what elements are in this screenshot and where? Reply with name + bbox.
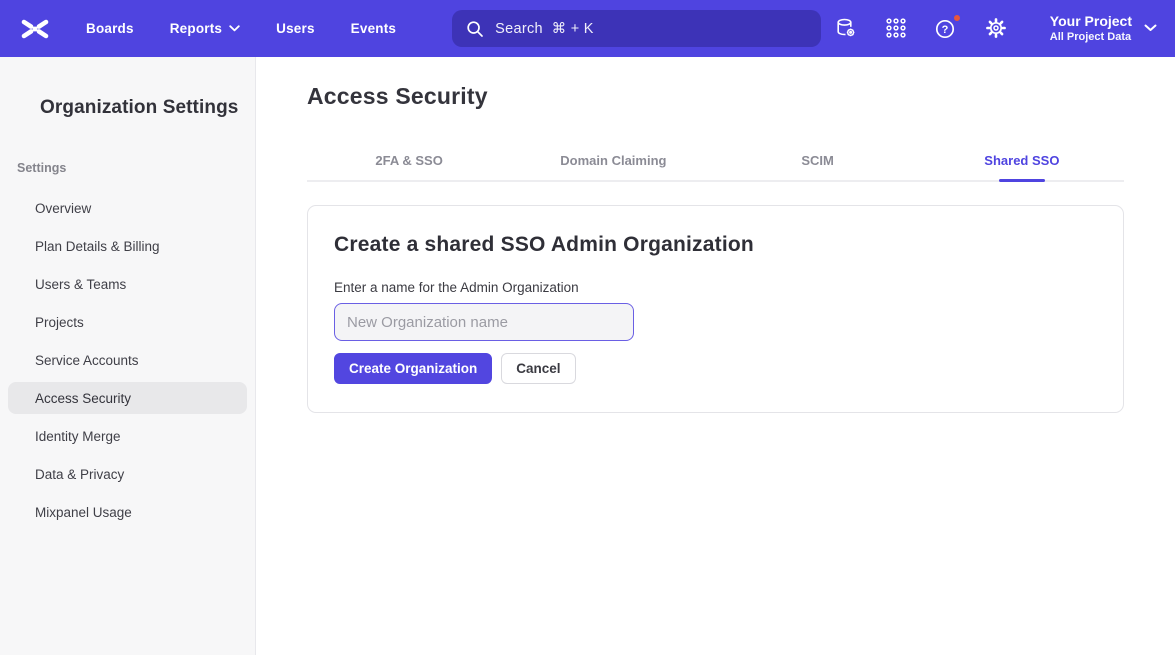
sidebar-item-plan-details-billing[interactable]: Plan Details & Billing: [8, 230, 247, 262]
project-switcher-text: Your Project All Project Data: [1050, 13, 1132, 45]
svg-text:?: ?: [942, 24, 949, 36]
sidebar-item-users-teams[interactable]: Users & Teams: [8, 268, 247, 300]
search-icon: [466, 20, 484, 38]
apps-grid-icon[interactable]: [884, 16, 908, 40]
nav-item-label: Boards: [86, 21, 134, 36]
sidebar-item-access-security[interactable]: Access Security: [8, 382, 247, 414]
tab-bar: 2FA & SSO Domain Claiming SCIM Shared SS…: [307, 140, 1124, 182]
nav-right-cluster: ? Your Proje: [834, 13, 1157, 45]
settings-sidebar: Organization Settings Settings Overview …: [0, 57, 256, 655]
card-actions: Create Organization Cancel: [334, 353, 1097, 384]
data-management-icon[interactable]: [834, 16, 858, 40]
tab-scim[interactable]: SCIM: [716, 140, 920, 180]
mixpanel-logo[interactable]: [18, 12, 52, 46]
search-input[interactable]: Search ⌘ + K: [452, 10, 821, 47]
org-name-label: Enter a name for the Admin Organization: [334, 280, 1097, 295]
nav-item-reports[interactable]: Reports: [170, 21, 240, 36]
create-organization-button[interactable]: Create Organization: [334, 353, 492, 384]
sidebar-item-data-privacy[interactable]: Data & Privacy: [8, 458, 247, 490]
nav-item-users[interactable]: Users: [276, 21, 315, 36]
card-title: Create a shared SSO Admin Organization: [334, 233, 1097, 257]
sidebar-item-overview[interactable]: Overview: [8, 192, 247, 224]
tab-label: Shared SSO: [984, 153, 1059, 168]
notification-badge: [952, 13, 962, 23]
sidebar-item-identity-merge[interactable]: Identity Merge: [8, 420, 247, 452]
nav-item-label: Events: [351, 21, 396, 36]
nav-item-boards[interactable]: Boards: [86, 21, 134, 36]
chevron-down-icon: [1144, 24, 1157, 32]
tab-label: SCIM: [801, 153, 834, 168]
top-navigation: Boards Reports Users Events Search ⌘ + K: [0, 0, 1175, 57]
page-title: Access Security: [307, 83, 1124, 110]
tab-2fa-sso[interactable]: 2FA & SSO: [307, 140, 511, 180]
sidebar-item-mixpanel-usage[interactable]: Mixpanel Usage: [8, 496, 247, 528]
tab-label: 2FA & SSO: [375, 153, 442, 168]
project-switcher[interactable]: Your Project All Project Data: [1050, 13, 1157, 45]
primary-nav-links: Boards Reports Users Events: [86, 21, 396, 36]
sidebar-item-projects[interactable]: Projects: [8, 306, 247, 338]
nav-item-label: Reports: [170, 21, 222, 36]
sidebar-item-service-accounts[interactable]: Service Accounts: [8, 344, 247, 376]
active-tab-indicator: [999, 179, 1045, 182]
tab-domain-claiming[interactable]: Domain Claiming: [511, 140, 715, 180]
nav-item-events[interactable]: Events: [351, 21, 396, 36]
cancel-button[interactable]: Cancel: [501, 353, 575, 384]
nav-item-label: Users: [276, 21, 315, 36]
project-subtitle: All Project Data: [1050, 30, 1132, 44]
settings-gear-icon[interactable]: [984, 16, 1008, 40]
chevron-down-icon: [229, 25, 240, 32]
tab-label: Domain Claiming: [560, 153, 666, 168]
create-sso-org-card: Create a shared SSO Admin Organization E…: [307, 205, 1124, 413]
sidebar-list: Overview Plan Details & Billing Users & …: [8, 192, 247, 528]
project-name: Your Project: [1050, 13, 1132, 31]
search-placeholder: Search ⌘ + K: [495, 21, 594, 37]
tab-shared-sso[interactable]: Shared SSO: [920, 140, 1124, 180]
main-content: Access Security 2FA & SSO Domain Claimin…: [256, 57, 1175, 655]
help-icon[interactable]: ?: [934, 16, 958, 40]
sidebar-title: Organization Settings: [8, 97, 247, 119]
org-name-input[interactable]: [334, 303, 634, 341]
sidebar-section-label: Settings: [8, 161, 247, 175]
